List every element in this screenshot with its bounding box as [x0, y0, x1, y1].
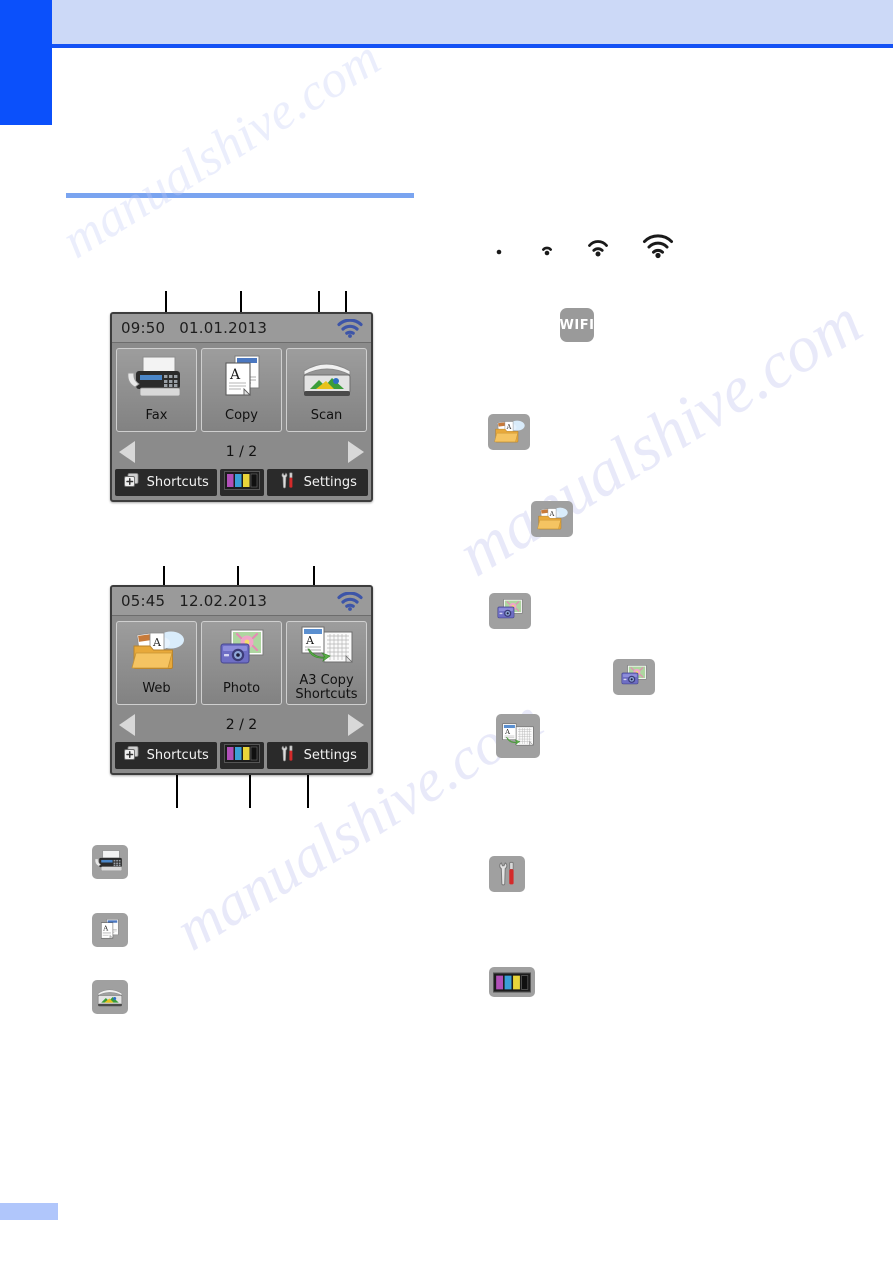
svg-text:A: A [152, 636, 162, 649]
shortcuts-button[interactable]: Shortcuts [115, 742, 217, 769]
copy-icon: A [92, 913, 128, 947]
app-label: Fax [145, 408, 168, 423]
scan-icon [92, 980, 128, 1014]
wifi-0-bars-icon [490, 240, 508, 265]
page-indicator: 2 / 2 [225, 717, 258, 733]
touchscreen-home-screen-2[interactable]: 05:45 12.02.2013 A Web Photo A A3 Copy S… [110, 585, 373, 775]
ink-button[interactable] [219, 742, 264, 769]
svg-text:A: A [504, 728, 510, 736]
clock-time: 05:45 [121, 592, 166, 610]
svg-text:A: A [305, 634, 315, 647]
arrow-right-icon[interactable] [348, 441, 364, 463]
web-cloud-folder-icon: A [126, 626, 188, 681]
settings-label: Settings [303, 748, 357, 763]
ink-cartridges-icon [223, 743, 260, 768]
app-button-row: Fax A Copy Scan [112, 343, 371, 435]
shortcuts-button[interactable]: Shortcuts [115, 469, 217, 496]
shortcuts-label: Shortcuts [146, 748, 209, 763]
section-heading-rule [66, 193, 414, 198]
app-label-line2: Shortcuts [295, 687, 358, 702]
svg-text:A: A [229, 367, 241, 383]
svg-text:A: A [549, 510, 555, 518]
ink-cartridges-icon [489, 967, 535, 997]
wifi-1-bar-icon [537, 240, 557, 265]
wifi-setup-button[interactable]: WIFI [560, 308, 594, 342]
clock-time: 09:50 [121, 319, 166, 337]
copy-icon: A [211, 353, 273, 408]
photo-camera-icon [211, 626, 273, 681]
clock-date: 12.02.2013 [179, 592, 268, 610]
tools-icon [278, 745, 297, 767]
wifi-3-bars-icon [642, 234, 674, 265]
web-cloud-folder-icon-indented: A [531, 501, 573, 537]
watermark: manualshive.com [52, 29, 391, 270]
shortcuts-plus-icon [123, 745, 140, 766]
lcd-pager: 2 / 2 [112, 708, 371, 742]
lcd-status-bar: 09:50 01.01.2013 [112, 314, 371, 343]
settings-button[interactable]: Settings [266, 469, 368, 496]
wifi-full-icon[interactable] [337, 591, 363, 616]
touchscreen-home-screen-1[interactable]: 09:50 01.01.2013 Fax A Copy Scan 1 / 2 S… [110, 312, 373, 502]
callout-leader-shortcuts [176, 775, 178, 808]
page-edge-tab [0, 0, 52, 125]
lcd-pager: 1 / 2 [112, 435, 371, 469]
scan-icon [296, 353, 358, 408]
settings-label: Settings [303, 475, 357, 490]
web-cloud-folder-icon: A [488, 414, 530, 450]
a3-copy-shortcuts-icon: A [296, 626, 358, 673]
fax-icon [92, 845, 128, 879]
page-indicator: 1 / 2 [225, 444, 258, 460]
svg-text:A: A [102, 924, 108, 932]
tools-icon [489, 856, 525, 892]
shortcuts-plus-icon [123, 472, 140, 493]
fax-icon [126, 353, 188, 408]
wifi-button-label: WIFI [559, 317, 595, 333]
arrow-right-icon[interactable] [348, 714, 364, 736]
app-button-fax[interactable]: Fax [116, 348, 197, 432]
app-label: Scan [310, 408, 343, 423]
app-label: Copy [225, 408, 258, 423]
settings-button[interactable]: Settings [266, 742, 368, 769]
app-label: Web [142, 681, 171, 696]
app-button-scan[interactable]: Scan [286, 348, 367, 432]
wifi-full-icon[interactable] [337, 318, 363, 343]
lcd-status-bar: 05:45 12.02.2013 [112, 587, 371, 616]
lcd-bottom-bar: Shortcuts Settings [112, 742, 371, 772]
app-button-photo[interactable]: Photo [201, 621, 282, 705]
lcd-bottom-bar: Shortcuts Settings [112, 469, 371, 499]
shortcuts-label: Shortcuts [146, 475, 209, 490]
callout-leader-settings [307, 775, 309, 808]
a3-copy-shortcuts-icon: A [496, 714, 540, 758]
ink-cartridges-icon [223, 470, 260, 495]
app-button-a3-copy-shortcuts[interactable]: A A3 Copy Shortcuts [286, 621, 367, 705]
tools-icon [278, 472, 297, 494]
header-band [52, 0, 893, 44]
app-button-row: A Web Photo A A3 Copy Shortcuts [112, 616, 371, 708]
callout-leader-ink [249, 775, 251, 808]
ink-button[interactable] [219, 469, 264, 496]
app-button-copy[interactable]: A Copy [201, 348, 282, 432]
app-button-web[interactable]: A Web [116, 621, 197, 705]
app-label: Photo [222, 681, 261, 696]
arrow-left-icon[interactable] [119, 714, 135, 736]
arrow-left-icon[interactable] [119, 441, 135, 463]
photo-camera-icon-indented [613, 659, 655, 695]
clock-date: 01.01.2013 [179, 319, 268, 337]
app-label-line1: A3 Copy [299, 673, 354, 688]
svg-text:A: A [506, 423, 512, 431]
header-rule [52, 44, 893, 48]
page-number-block [0, 1203, 58, 1220]
photo-camera-icon [489, 593, 531, 629]
wifi-2-bars-icon [585, 237, 611, 265]
